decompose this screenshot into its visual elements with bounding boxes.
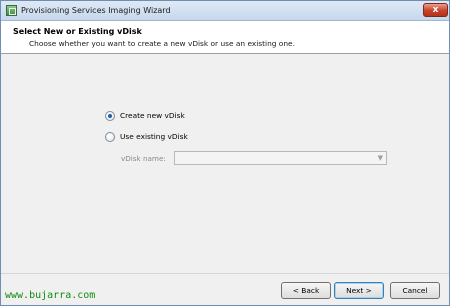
vdisk-name-dropdown[interactable]: ▼ (174, 151, 387, 165)
next-button[interactable]: Next > (334, 282, 384, 299)
back-button[interactable]: < Back (281, 282, 331, 299)
chevron-down-icon[interactable]: ▼ (378, 154, 383, 162)
vdisk-name-label: vDisk name: (121, 154, 166, 163)
page-title: Select New or Existing vDisk (13, 27, 142, 36)
provisioning-app-icon (6, 5, 17, 16)
create-new-vdisk-radio[interactable] (105, 111, 115, 121)
page-subtitle: Choose whether you want to create a new … (29, 39, 295, 48)
wizard-window: Provisioning Services Imaging Wizard x S… (0, 0, 450, 306)
use-existing-vdisk-label: Use existing vDisk (120, 132, 188, 141)
wizard-header: Select New or Existing vDisk Choose whet… (1, 21, 449, 54)
watermark-text: www.bujarra.com (5, 290, 96, 301)
footer-divider (1, 273, 449, 274)
use-existing-vdisk-radio[interactable] (105, 132, 115, 142)
cancel-button[interactable]: Cancel (390, 282, 440, 299)
close-button[interactable]: x (423, 3, 448, 17)
create-new-vdisk-label: Create new vDisk (120, 111, 185, 120)
window-title: Provisioning Services Imaging Wizard (21, 6, 171, 15)
title-bar[interactable]: Provisioning Services Imaging Wizard x (1, 1, 449, 21)
